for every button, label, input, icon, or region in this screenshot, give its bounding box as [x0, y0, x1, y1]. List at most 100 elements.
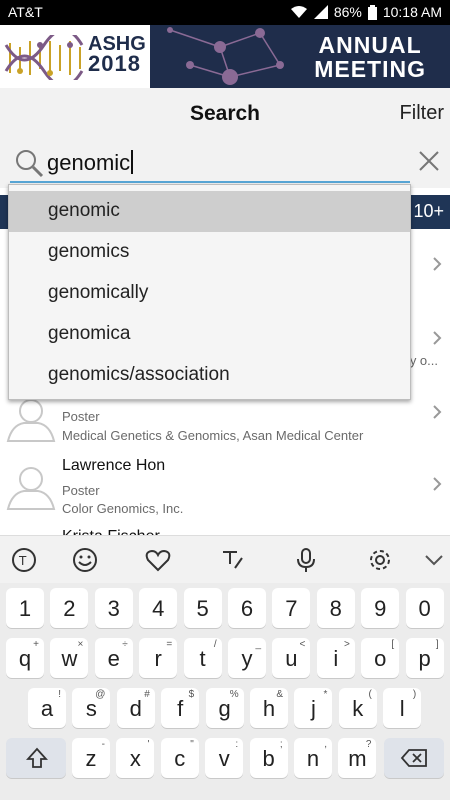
key-5[interactable]: 5 — [183, 588, 222, 628]
key-label: c — [174, 746, 186, 771]
key-t[interactable]: / t — [183, 638, 222, 678]
suggestion-item[interactable]: genomics — [9, 232, 410, 273]
backspace-key[interactable] — [384, 738, 444, 778]
key-label: 8 — [329, 596, 342, 621]
key-n[interactable]: ,n — [294, 738, 332, 778]
key-d[interactable]: # d — [116, 688, 155, 728]
suggestion-item[interactable]: genomically — [9, 273, 410, 314]
filter-button[interactable]: Filter — [400, 102, 444, 125]
result-organization: Color Genomics, Inc. — [62, 501, 184, 516]
chevron-down-icon[interactable] — [420, 546, 448, 574]
handwriting-icon[interactable] — [218, 546, 246, 574]
key-i[interactable]: > i — [316, 638, 355, 678]
key-e[interactable]: ÷ e — [94, 638, 133, 678]
key-f[interactable]: $ f — [161, 688, 200, 728]
key-g[interactable]: % g — [205, 688, 244, 728]
key-label: l — [399, 696, 405, 721]
translate-icon[interactable]: T — [10, 546, 38, 574]
suggestion-label: genomics/association — [48, 364, 230, 385]
key-0[interactable]: 0 — [405, 588, 444, 628]
key-3[interactable]: 3 — [94, 588, 133, 628]
key-v[interactable]: :v — [205, 738, 244, 778]
banner-title-line2: MEETING — [314, 56, 426, 82]
conference-banner: ASHG 2018 ANNUAL MEETING — [0, 25, 450, 88]
page-title: Search — [189, 102, 261, 125]
key-h[interactable]: & h — [250, 688, 288, 728]
avatar-icon — [6, 399, 56, 442]
list-item[interactable]: Poster Medical Genetics & Genomics, Asan… — [0, 395, 450, 457]
key-label: w — [61, 646, 78, 671]
key-s[interactable]: @ s — [72, 688, 111, 728]
key-r[interactable]: = r — [139, 638, 178, 678]
key-label: j — [310, 696, 316, 721]
banner-title-line1: ANNUAL — [318, 32, 422, 58]
search-input[interactable]: genomic — [47, 150, 134, 176]
wifi-icon — [290, 6, 307, 18]
backspace-icon — [400, 749, 427, 767]
suggestion-label: genomically — [48, 282, 149, 303]
shift-key[interactable] — [6, 738, 66, 778]
key-label: i — [333, 646, 339, 671]
key-6[interactable]: 6 — [228, 588, 266, 628]
suggestion-item[interactable]: genomic — [9, 191, 410, 232]
key-j[interactable]: * j — [294, 688, 333, 728]
suggestion-label: genomic — [48, 200, 120, 221]
key-label: 6 — [240, 596, 254, 621]
key-x[interactable]: ' x — [116, 738, 155, 778]
search-underline — [10, 181, 410, 183]
key-l[interactable]: ) l — [383, 688, 422, 728]
key-c[interactable]: " c — [160, 738, 199, 778]
svg-text:T: T — [18, 554, 27, 568]
suggestion-label: genomica — [48, 323, 131, 344]
chevron-right-icon[interactable] — [432, 331, 442, 345]
sticker-icon[interactable] — [144, 546, 172, 574]
key-label: z — [85, 746, 97, 771]
key-label: 1 — [18, 596, 32, 621]
key-o[interactable]: [o — [361, 638, 400, 678]
banner-title: ANNUAL MEETING — [314, 33, 426, 81]
microphone-icon[interactable] — [292, 546, 320, 574]
key-k[interactable]: (k — [338, 688, 377, 728]
key-2[interactable]: 2 — [50, 588, 89, 628]
keyboard-toolbar: T — [0, 535, 450, 584]
result-type: Poster — [62, 483, 100, 498]
key-q[interactable]: + q — [6, 638, 44, 678]
chevron-right-icon[interactable] — [432, 257, 442, 271]
clear-icon[interactable] — [418, 150, 440, 172]
key-1[interactable]: 1 — [6, 588, 44, 628]
key-label: 3 — [107, 596, 120, 621]
key-y[interactable]: _ y — [228, 638, 266, 678]
key-m[interactable]: ? m — [338, 738, 377, 778]
emoji-icon[interactable] — [71, 546, 99, 574]
key-z[interactable]: -z — [72, 738, 110, 778]
shift-arrow-icon — [26, 747, 48, 768]
key-label: m — [348, 746, 367, 771]
result-type: Poster — [62, 409, 100, 424]
network-graphic — [167, 27, 284, 85]
chevron-right-icon — [433, 477, 442, 491]
key-p[interactable]: ] p — [405, 638, 444, 678]
key-8[interactable]: 8 — [316, 588, 355, 628]
key-label: 0 — [418, 596, 431, 621]
battery-percent: 86% — [333, 4, 362, 20]
suggestion-item[interactable]: genomics/association — [9, 355, 410, 396]
key-label: p — [418, 646, 431, 671]
key-label: 9 — [374, 596, 387, 621]
avatar-icon — [6, 467, 56, 510]
key-w[interactable]: × w — [50, 638, 89, 678]
key-u[interactable]: < u — [272, 638, 311, 678]
key-label: k — [352, 696, 364, 721]
on-screen-keyboard: 1 2 3 4 5 6 7 8 9 0 + q × w ÷ e = r / t _ y < u > i[o] p ! a @ s # d $ f% g… — [0, 583, 450, 800]
key-a[interactable]: ! a — [28, 688, 66, 728]
key-label: q — [18, 646, 32, 671]
key-7[interactable]: 7 — [272, 588, 311, 628]
key-9[interactable]: 9 — [361, 588, 400, 628]
suggestion-item[interactable]: genomica — [9, 314, 410, 355]
chevron-right-icon — [433, 405, 442, 419]
key-4[interactable]: 4 — [139, 588, 178, 628]
list-item[interactable]: Lawrence Hon Poster Color Genomics, Inc. — [0, 457, 450, 532]
key-b[interactable]: ; b — [249, 738, 288, 778]
settings-gear-icon[interactable] — [366, 546, 394, 574]
result-name: Lawrence Hon — [62, 457, 166, 474]
status-bar: AT&T 86% 10:18 AM — [0, 0, 450, 25]
